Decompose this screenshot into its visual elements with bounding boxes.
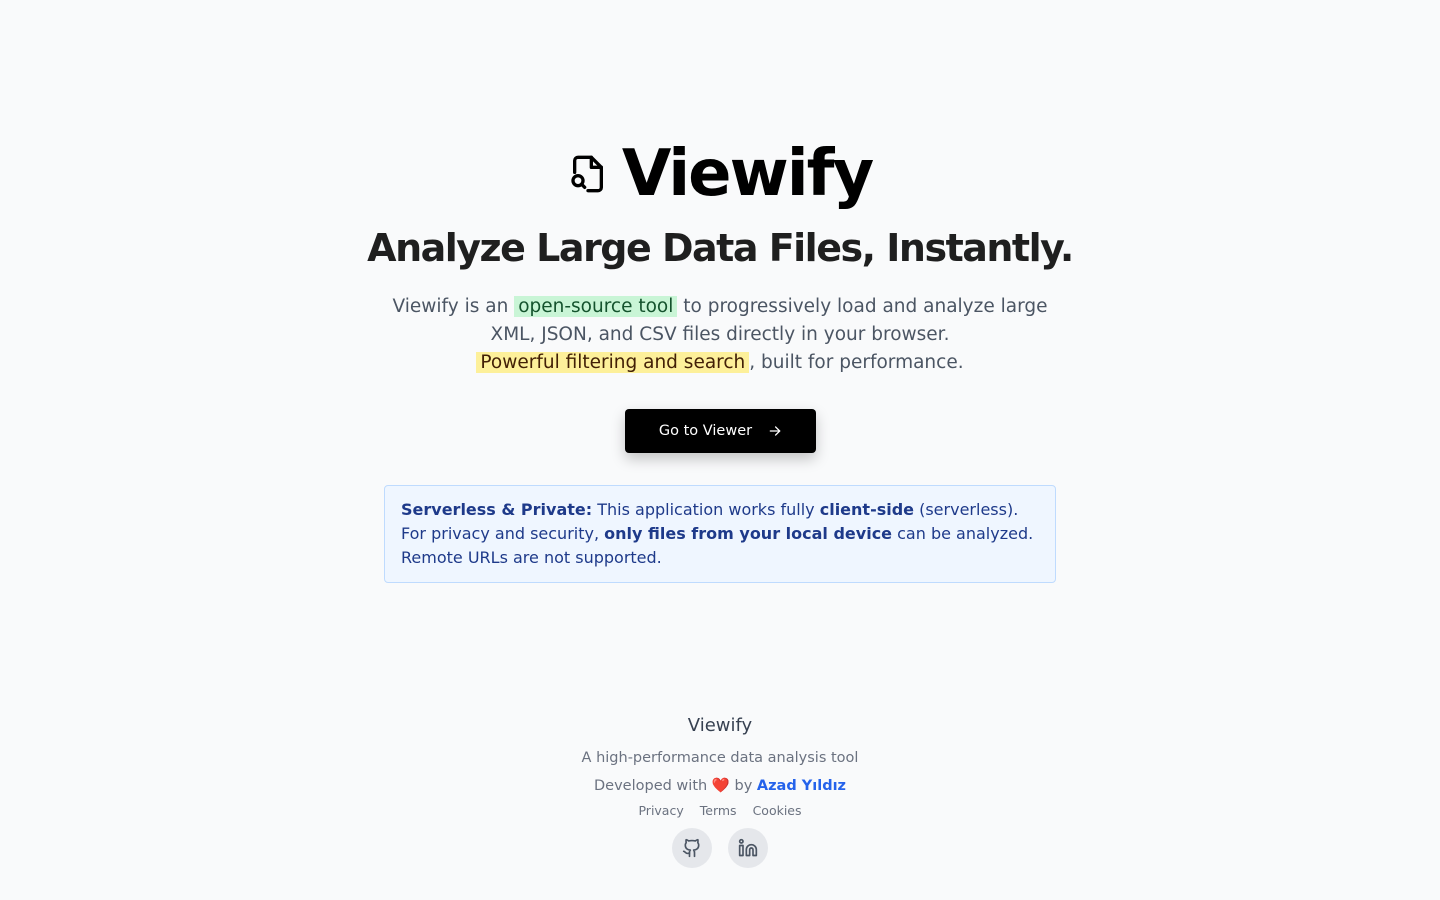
social-links [0, 828, 1440, 868]
go-to-viewer-label: Go to Viewer [658, 423, 753, 439]
terms-link[interactable]: Terms [700, 802, 737, 820]
footer-credits: Developed with ❤️ by Azad Yıldız [0, 776, 1440, 796]
arrow-right-icon [769, 426, 781, 436]
page-headline: Analyze Large Data Files, Instantly. [367, 226, 1074, 270]
author-link[interactable]: Azad Yıldız [757, 778, 846, 794]
intro-text-part: , built for performance. [749, 352, 964, 373]
github-button[interactable] [672, 828, 712, 868]
linkedin-icon [738, 838, 758, 857]
footer-tagline: A high-performance data analysis tool [581, 750, 859, 766]
go-to-viewer-button[interactable]: Go to Viewer [625, 409, 816, 453]
serverless-notice: Serverless & Private: This application w… [384, 485, 1056, 583]
notice-title: Serverless & Private: [401, 500, 593, 519]
notice-text: This application works fully [592, 500, 820, 519]
intro-text-part: Viewify is an [392, 296, 515, 317]
credits-prefix: Developed with [594, 778, 708, 794]
linkedin-button[interactable] [728, 828, 768, 868]
intro-text: Viewify is an open-source tool to progre… [380, 293, 1060, 377]
brand-header: Viewify [0, 138, 1440, 210]
notice-bold: only files from your local device [604, 524, 893, 543]
privacy-link[interactable]: Privacy [638, 802, 683, 820]
notice-bold: client-side [819, 500, 915, 519]
heart-icon: ❤️ [711, 778, 730, 794]
footer-title: Viewify [687, 715, 753, 736]
landing-page: Viewify Analyze Large Data Files, Instan… [0, 0, 1440, 900]
credits-by: by [734, 778, 753, 794]
cookies-link[interactable]: Cookies [753, 802, 802, 820]
file-search-icon [571, 155, 603, 193]
github-icon [682, 838, 700, 858]
filtering-highlight: Powerful filtering and search [476, 352, 750, 373]
open-source-highlight: open-source tool [514, 296, 678, 317]
footer-links: Privacy Terms Cookies [0, 802, 1440, 820]
brand-name: Viewify [621, 137, 874, 211]
